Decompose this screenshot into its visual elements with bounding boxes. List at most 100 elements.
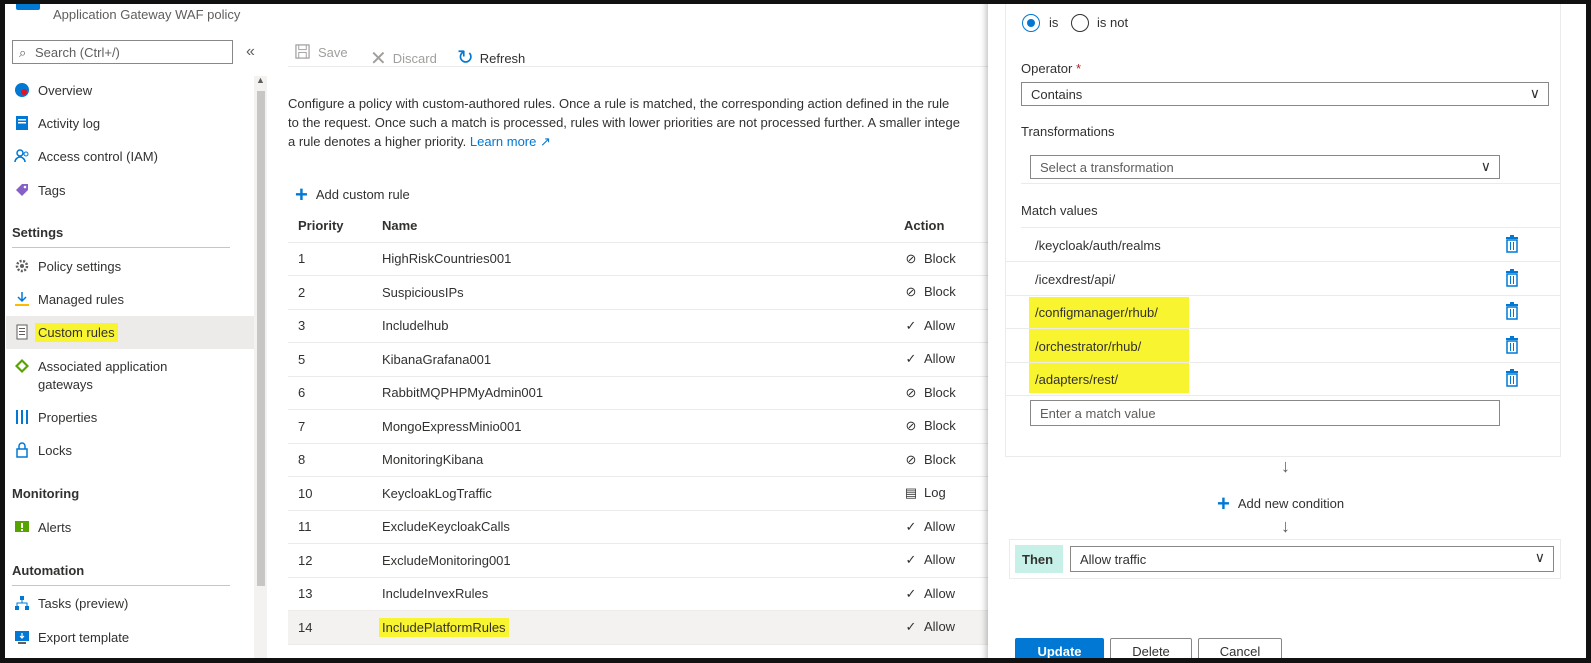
- match-value-text: /adapters/rest/: [1035, 372, 1119, 387]
- sidebar-item-label: Policy settings: [38, 259, 122, 274]
- trash-icon[interactable]: [1505, 335, 1519, 354]
- match-value-row[interactable]: /configmanager/rhub/: [1005, 295, 1561, 329]
- search-input[interactable]: ⌕ Search (Ctrl+/): [12, 40, 233, 64]
- trash-icon[interactable]: [1505, 302, 1519, 320]
- sidebar-item-custom-rules[interactable]: Custom rules: [6, 316, 256, 349]
- rule-name[interactable]: IncludeInvexRules: [382, 586, 488, 601]
- update-button[interactable]: Update: [1015, 638, 1104, 658]
- rule-name[interactable]: KibanaGrafana001: [382, 352, 491, 367]
- name-cell: SuspiciousIPs: [372, 275, 894, 310]
- sidebar-item-label-line2: gateways: [38, 377, 93, 392]
- save-button[interactable]: Save: [295, 44, 348, 60]
- check-icon: ✓: [905, 552, 917, 568]
- name-cell: IncludeInvexRules: [372, 577, 894, 611]
- transformation-select[interactable]: Select a transformation ∨: [1030, 155, 1500, 179]
- scroll-up-icon[interactable]: ▲: [256, 75, 265, 85]
- radio-is[interactable]: [1022, 14, 1040, 32]
- sidebar-item-locks[interactable]: Locks: [6, 434, 256, 467]
- column-header-name[interactable]: Name: [372, 209, 894, 243]
- monitoring-header: Monitoring: [12, 486, 80, 501]
- flow-arrow-icon: ↓: [1281, 516, 1290, 536]
- rule-name[interactable]: ExcludeMonitoring001: [382, 553, 511, 568]
- sidebar-item-properties[interactable]: Properties: [6, 401, 256, 434]
- action-cell: ⊘ Block: [894, 443, 998, 477]
- description-line: to the request. Once such a match is pro…: [288, 115, 960, 130]
- table-row[interactable]: 11 ExcludeKeycloakCalls ✓ Allow: [288, 510, 998, 544]
- table-row[interactable]: 5 KibanaGrafana001 ✓ Allow: [288, 342, 998, 377]
- check-icon: ✓: [905, 585, 917, 601]
- match-value-input[interactable]: Enter a match value: [1030, 400, 1500, 426]
- table-row[interactable]: 1 HighRiskCountries001 ⊘ Block: [288, 242, 998, 276]
- match-value-row[interactable]: /icexdrest/api/: [1005, 262, 1561, 296]
- match-value-row[interactable]: /adapters/rest/: [1005, 362, 1561, 396]
- rule-name[interactable]: Includelhub: [382, 318, 449, 333]
- sidebar-scroll-thumb[interactable]: [257, 91, 265, 586]
- app-frame: Application Gateway WAF policy ⌕ Search …: [0, 0, 1591, 663]
- match-value-row[interactable]: /orchestrator/rhub/: [1005, 329, 1561, 363]
- action-label: Allow: [924, 585, 956, 601]
- column-header-priority[interactable]: Priority: [288, 209, 372, 243]
- trash-icon[interactable]: [1505, 369, 1519, 387]
- name-cell: KibanaGrafana001: [372, 342, 894, 377]
- sidebar-item-tasks[interactable]: Tasks (preview): [6, 587, 256, 620]
- match-value-row[interactable]: /keycloak/auth/realms: [1005, 228, 1561, 262]
- sidebar-item-managed-rules[interactable]: Managed rules: [6, 283, 256, 316]
- operator-select[interactable]: Contains ∨: [1021, 82, 1549, 106]
- priority-cell: 10: [288, 476, 372, 511]
- block-icon: ⊘: [905, 284, 917, 300]
- check-icon: ✓: [905, 351, 917, 367]
- log-icon: ▤: [904, 485, 918, 501]
- table-row[interactable]: 12 ExcludeMonitoring001 ✓ Allow: [288, 543, 998, 578]
- sidebar-item-policy-settings[interactable]: Policy settings: [6, 250, 256, 283]
- radio-is-not[interactable]: [1071, 14, 1089, 32]
- table-row[interactable]: 6 RabbitMQPHPMyAdmin001 ⊘ Block: [288, 376, 998, 410]
- add-custom-rule-button[interactable]: + Add custom rule: [295, 179, 410, 207]
- table-row[interactable]: 7 MongoExpressMinio001 ⊘ Block: [288, 409, 998, 444]
- rule-name[interactable]: RabbitMQPHPMyAdmin001: [382, 385, 543, 400]
- trash-icon[interactable]: [1505, 235, 1519, 253]
- action-cell: ✓ Allow: [894, 510, 998, 544]
- learn-more-link[interactable]: Learn more ↗: [470, 134, 551, 149]
- then-action-select[interactable]: Allow traffic ∨: [1070, 546, 1554, 572]
- cancel-button[interactable]: Cancel: [1198, 638, 1282, 658]
- block-icon: ⊘: [905, 418, 917, 434]
- column-header-action[interactable]: Action: [894, 209, 998, 243]
- table-row[interactable]: 2 SuspiciousIPs ⊘ Block: [288, 275, 998, 310]
- rule-name[interactable]: KeycloakLogTraffic: [382, 486, 492, 501]
- document-icon: [16, 324, 28, 340]
- trash-icon[interactable]: [1505, 268, 1519, 287]
- sidebar-item-tags[interactable]: Tags: [6, 174, 256, 207]
- table-row[interactable]: 8 MonitoringKibana ⊘ Block: [288, 443, 998, 477]
- rule-name[interactable]: MonitoringKibana: [382, 452, 483, 467]
- sidebar-item-alerts[interactable]: Alerts: [6, 511, 256, 544]
- sidebar-item-activity-log[interactable]: Activity log: [6, 107, 256, 140]
- alert-icon: [15, 521, 29, 532]
- action-label: Block: [924, 284, 956, 300]
- chevron-down-icon: ∨: [1480, 158, 1491, 174]
- rule-name[interactable]: MongoExpressMinio001: [382, 419, 521, 434]
- table-row[interactable]: 3 Includelhub ✓ Allow: [288, 309, 998, 343]
- sidebar-item-associated-gateways[interactable]: Associated application gateways: [6, 350, 256, 394]
- rule-name[interactable]: HighRiskCountries001: [382, 251, 511, 266]
- block-icon: ⊘: [905, 384, 917, 400]
- priority-cell: 3: [288, 309, 372, 343]
- sidebar-item-export-template[interactable]: Export template: [6, 621, 256, 654]
- add-new-condition-button[interactable]: + Add new condition: [1217, 488, 1344, 516]
- rule-name[interactable]: SuspiciousIPs: [382, 285, 464, 300]
- collapse-sidebar-icon[interactable]: «: [246, 43, 255, 61]
- match-value-text: /configmanager/rhub/: [1035, 305, 1158, 320]
- tag-icon: [16, 184, 28, 196]
- priority-cell: 1: [288, 242, 372, 276]
- then-row: Then Allow traffic ∨: [1009, 539, 1561, 579]
- rule-name[interactable]: ExcludeKeycloakCalls: [382, 519, 510, 534]
- table-row[interactable]: 13 IncludeInvexRules ✓ Allow: [288, 577, 998, 611]
- rule-name[interactable]: IncludePlatformRules: [379, 617, 509, 637]
- action-cell: ▤ Log: [894, 476, 998, 511]
- delete-button[interactable]: Delete: [1110, 638, 1192, 658]
- sidebar-item-iam[interactable]: Access control (IAM): [6, 140, 256, 173]
- table-row[interactable]: 14 IncludePlatformRules ✓ Allow: [288, 610, 998, 645]
- sidebar-item-overview[interactable]: Overview: [6, 74, 256, 107]
- search-placeholder: Search (Ctrl+/): [35, 45, 120, 60]
- table-row[interactable]: 10 KeycloakLogTraffic ▤ Log: [288, 476, 998, 511]
- action-label: Block: [924, 250, 956, 266]
